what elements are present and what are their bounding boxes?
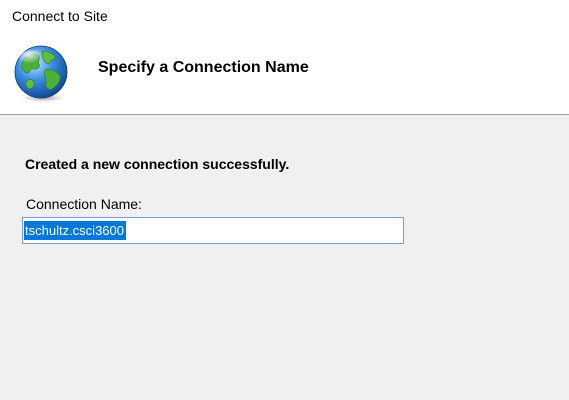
title-bar[interactable]: Connect to Site: [0, 0, 569, 32]
connection-name-label: Connection Name:: [26, 196, 142, 212]
connection-name-field[interactable]: tschultz.csci3600: [22, 217, 404, 244]
connect-to-site-dialog: Connect to Site Specify a Connection Nam…: [0, 0, 569, 400]
globe-icon: [10, 42, 72, 104]
page-title: Specify a Connection Name: [98, 59, 309, 76]
connection-name-value: tschultz.csci3600: [24, 221, 126, 240]
window-title: Connect to Site: [12, 8, 108, 24]
status-message: Created a new connection successfully.: [25, 156, 290, 172]
